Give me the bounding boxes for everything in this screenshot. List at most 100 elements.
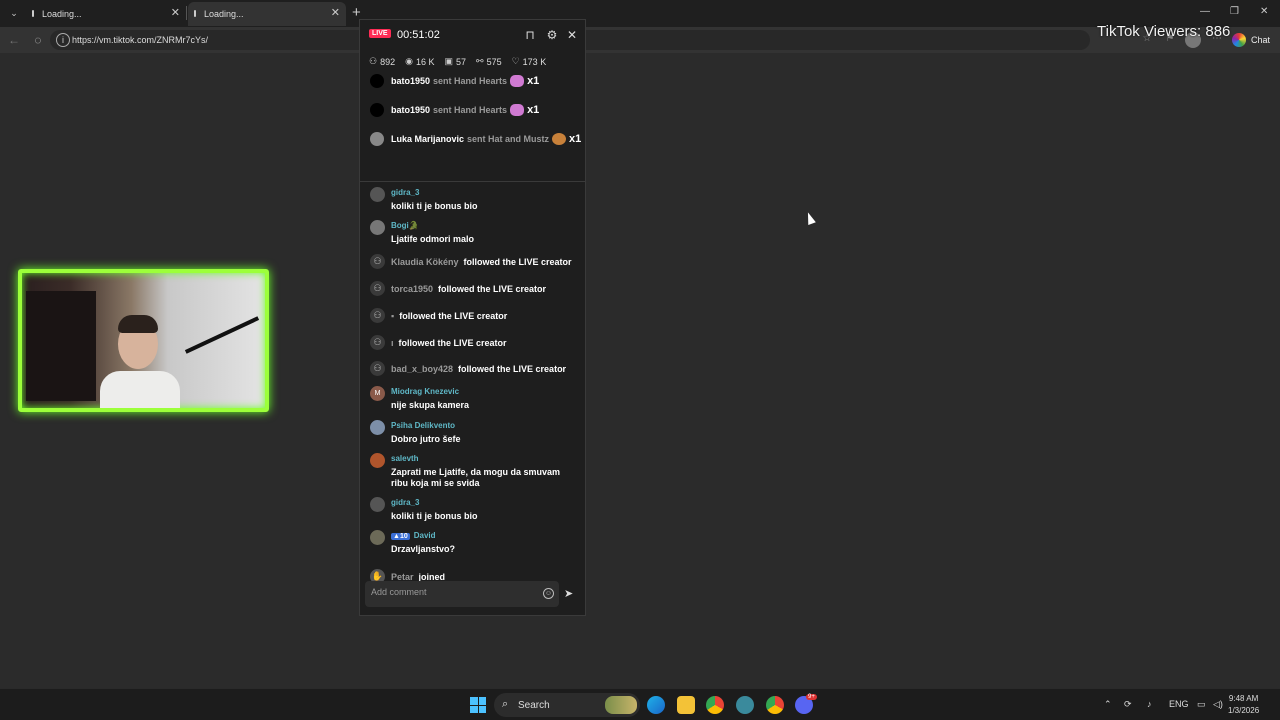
gift-count: x1 <box>569 133 582 145</box>
chevron-up-icon[interactable]: ⌃ <box>1104 699 1112 710</box>
avatar[interactable] <box>370 420 385 435</box>
message-user[interactable]: gidra_3 <box>391 188 419 197</box>
message-user[interactable]: Psiha Delikvento <box>391 421 455 430</box>
join-user[interactable]: Petar <box>391 572 414 582</box>
avatar[interactable] <box>370 220 385 235</box>
avatar[interactable]: M <box>370 386 385 401</box>
chat-button[interactable]: Chat <box>1232 30 1270 50</box>
user-icon: ⚇ <box>370 281 385 296</box>
panel-header: LIVE 00:51:02 ⊓ ⚙ ✕ <box>360 20 585 52</box>
follow-user[interactable]: torca1950 <box>391 284 433 294</box>
network-icon[interactable]: ▭ <box>1197 699 1206 710</box>
avatar <box>370 103 384 117</box>
emoji-icon[interactable]: ☺ <box>543 588 554 599</box>
tab-title: Loading... <box>42 9 82 19</box>
site-info-icon[interactable]: i <box>56 33 70 47</box>
loading-icon <box>32 10 34 17</box>
gift-user[interactable]: Luka Marijanovic <box>391 134 464 144</box>
comment-input[interactable] <box>371 587 531 597</box>
settings-icon[interactable]: ⚙ <box>545 28 559 42</box>
close-icon[interactable]: ✕ <box>331 6 340 19</box>
user-icon: ⚇ <box>370 335 385 350</box>
send-icon[interactable]: ➤ <box>564 587 573 600</box>
stat-viewers: ⚇ 892 <box>369 56 395 67</box>
back-button[interactable]: ← <box>6 32 22 48</box>
follow-user[interactable]: bad_x_boy428 <box>391 364 453 374</box>
gemini-icon <box>1232 33 1246 47</box>
message-user[interactable]: gidra_3 <box>391 498 419 507</box>
gift-action: sent Hat and Mustz <box>467 134 550 144</box>
reload-button[interactable]: ◌ <box>30 32 46 48</box>
taskbar-search[interactable]: ⌕ Search <box>494 693 640 717</box>
lock-icon[interactable]: ⊓ <box>523 28 537 42</box>
mouse-cursor <box>804 210 816 226</box>
message-text: Dobro jutro šefe <box>391 434 461 444</box>
viewers-overlay: TikTok Viewers: 886 <box>1097 23 1231 40</box>
hand-hearts-gift-icon <box>510 104 525 116</box>
gift-item: Luka Marijanovic sent Hat and Mustz x1 <box>370 132 581 146</box>
start-tile <box>470 705 478 713</box>
follow-event: ⚇ ▪ followed the LIVE creator <box>370 308 507 323</box>
sync-icon[interactable]: ⟳ <box>1124 699 1132 710</box>
message-user[interactable]: David <box>414 531 436 540</box>
follow-action: followed the LIVE creator <box>458 363 567 374</box>
language-indicator[interactable]: ENG <box>1169 699 1189 709</box>
app-icon[interactable] <box>736 696 754 714</box>
hand-hearts-gift-icon <box>510 75 525 87</box>
gift-item: bato1950 sent Hand Hearts x1 <box>370 103 539 117</box>
browser-toolbar: ← ◌ i https://vm.tiktok.com/ZNRMr7cYs/ ☆… <box>0 27 1280 53</box>
stat-shares: ⚯ 575 <box>476 56 502 67</box>
browser-tab-2[interactable]: Loading... ✕ <box>188 2 346 26</box>
file-explorer-icon[interactable] <box>677 696 695 714</box>
share-icon: ⚯ <box>476 56 484 66</box>
avatar[interactable] <box>370 497 385 512</box>
close-icon[interactable]: ✕ <box>565 28 579 42</box>
avatar[interactable] <box>370 453 385 468</box>
avatar[interactable] <box>370 530 385 545</box>
tab-list-button[interactable]: ⌄ <box>5 5 23 22</box>
viewers-count: 892 <box>380 56 396 67</box>
webcam-mic-arm <box>184 316 260 354</box>
close-icon[interactable]: ✕ <box>171 6 180 19</box>
follow-user[interactable]: Klaudia Kökény <box>391 257 459 267</box>
message-user[interactable]: Bogi🐊 <box>391 221 419 230</box>
stat-views: ◉ 16 K <box>405 56 434 67</box>
search-label: Search <box>518 700 550 711</box>
heart-icon: ♡ <box>511 56 520 66</box>
gift-icon: ▣ <box>444 56 453 66</box>
gift-user[interactable]: bato1950 <box>391 105 430 115</box>
close-window-button[interactable]: ✕ <box>1260 6 1268 17</box>
minimize-button[interactable]: — <box>1200 6 1210 17</box>
live-feed[interactable]: bato1950 sent Hand Hearts x1 bato1950 se… <box>360 72 585 592</box>
start-tile <box>478 697 486 705</box>
restore-button[interactable]: ❐ <box>1230 6 1239 17</box>
windows-start-button[interactable] <box>470 697 486 713</box>
message-user[interactable]: salevth <box>391 454 419 463</box>
chat-label: Chat <box>1251 35 1271 45</box>
webcam-feed <box>18 269 269 412</box>
message-user[interactable]: Miodrag Knezevic <box>391 387 459 396</box>
system-clock[interactable]: 9:48 AM 1/3/2026 <box>1228 693 1259 717</box>
message-text: koliki ti je bonus bio <box>391 511 478 521</box>
user-icon: ⚇ <box>370 254 385 269</box>
chrome-profile-icon[interactable] <box>766 696 784 714</box>
start-tile <box>470 697 478 705</box>
tiktok-live-panel: LIVE 00:51:02 ⊓ ⚙ ✕ ⚇ 892 ◉ 16 K ▣ 57 ⚯ 575 … <box>359 19 586 616</box>
microphone-icon[interactable]: ♪ <box>1147 699 1152 709</box>
browser-tab-1[interactable]: Loading... ✕ <box>26 2 186 26</box>
flag-icon: ▪ <box>391 310 395 321</box>
join-action: joined <box>418 571 446 582</box>
webcam-shirt <box>100 371 180 408</box>
edge-icon[interactable] <box>647 696 665 714</box>
gift-action: sent Hand Hearts <box>433 105 508 115</box>
gift-count: x1 <box>527 75 540 87</box>
gift-user[interactable]: bato1950 <box>391 76 430 86</box>
chrome-icon[interactable] <box>706 696 724 714</box>
volume-icon[interactable]: ◁) <box>1213 699 1223 710</box>
tab-title: Loading... <box>204 9 244 19</box>
message-user-row[interactable]: ▲10 David <box>391 531 436 540</box>
message-text: Drzavljanstvo? <box>391 544 456 554</box>
clock-date: 1/3/2026 <box>1228 706 1260 715</box>
message-text: Zaprati me Ljatife, da mogu da smuvam ri… <box>391 467 561 488</box>
avatar[interactable] <box>370 187 385 202</box>
